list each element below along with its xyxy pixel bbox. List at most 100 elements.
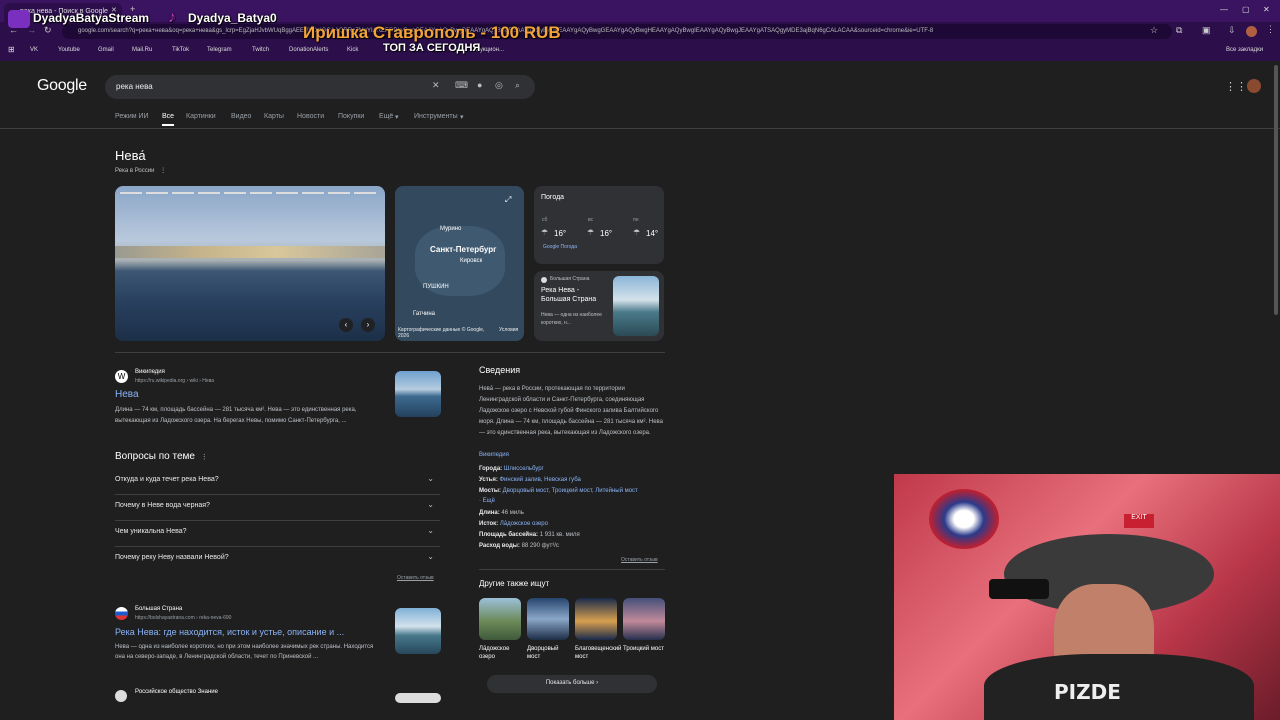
tab-images[interactable]: Картинки	[186, 113, 216, 120]
result-title-link[interactable]: Нева	[115, 389, 139, 400]
tab-ai-mode[interactable]: Режим ИИ	[115, 113, 149, 120]
site-favicon	[541, 277, 547, 283]
lens-icon[interactable]: ◎	[495, 80, 503, 91]
also-search-label[interactable]: Ла́дожское озеро	[479, 645, 525, 661]
bookmark-star-icon[interactable]: ☆	[1150, 25, 1158, 36]
chevron-down-icon: ⌄	[427, 500, 434, 509]
weather-day: сб	[542, 217, 548, 223]
map-place: Кировск	[460, 258, 483, 264]
download-icon[interactable]: ⇩	[1228, 25, 1236, 36]
bookmark-donationalerts[interactable]: DonationAlerts	[289, 47, 328, 53]
bookmarks-bar: ⊞ VK Youtube Gmail Mail.Ru TikTok Telegr…	[0, 42, 1280, 60]
tab-all[interactable]: Все	[162, 113, 174, 120]
expand-icon[interactable]: ⤢	[505, 195, 511, 205]
search-icon[interactable]: ⌕	[515, 80, 520, 91]
bookmark-tiktok[interactable]: TikTok	[172, 47, 189, 53]
chevron-down-icon: ⌄	[427, 526, 434, 535]
result-title-link[interactable]: Река Нева: где находится, исток и устье,…	[115, 627, 344, 637]
apps-grid-icon[interactable]: ⊞	[8, 45, 15, 54]
neva-photo[interactable]: ‹ ›	[115, 186, 385, 341]
also-search-thumb[interactable]	[479, 598, 521, 640]
next-image-icon[interactable]: ›	[361, 318, 375, 332]
also-search-label[interactable]: Троицкий мост	[623, 645, 669, 653]
paa-question[interactable]: Откуда и куда течет река Нева? ⌄	[115, 469, 440, 495]
maximize-icon[interactable]: ▢	[1242, 5, 1250, 14]
bookmark-gmail[interactable]: Gmail	[98, 47, 114, 53]
fact-row: Исток: Ла́дожское озеро	[479, 521, 548, 527]
feedback-link[interactable]: Оставить отзыв	[621, 557, 658, 563]
weather-day: пн	[633, 217, 639, 223]
minimize-icon[interactable]: —	[1220, 5, 1228, 14]
map-card[interactable]: Мурино Санкт-Петербург Кировск ПУШКИН Га…	[395, 186, 524, 341]
bookmark-youtube[interactable]: Youtube	[58, 47, 80, 53]
map-terms[interactable]: Условия	[499, 327, 518, 333]
result-url[interactable]: https://ru.wikipedia.org › wiki › Нева	[135, 378, 214, 384]
address-bar[interactable]: google.com/search?q=река+нева&oq=река+не…	[62, 24, 1172, 39]
show-more-button[interactable]: Показать больше ›	[487, 675, 657, 693]
article-card[interactable]: Большая Страна Река Нева - Большая Стран…	[534, 271, 664, 341]
site-favicon	[115, 607, 128, 620]
tab-tools[interactable]: Инструменты	[414, 113, 458, 120]
close-window-icon[interactable]: ✕	[1263, 5, 1270, 14]
prev-image-icon[interactable]: ‹	[339, 318, 353, 332]
also-search-thumb[interactable]	[527, 598, 569, 640]
tab-shopping[interactable]: Покупки	[338, 113, 364, 120]
reload-icon[interactable]: ↻	[44, 25, 52, 36]
result-url[interactable]: https://bolshayastrana.com › reka-neva-6…	[135, 615, 231, 621]
result-thumbnail[interactable]	[395, 693, 441, 703]
paa-question[interactable]: Почему реку Неву назвали Невой? ⌄	[115, 547, 440, 573]
search-input[interactable]: река нева	[116, 82, 153, 91]
paa-title: Вопросы по теме ⋮	[115, 451, 208, 462]
profile-avatar[interactable]	[1246, 26, 1257, 37]
scrollbar[interactable]	[1274, 65, 1278, 315]
mic-icon[interactable]: ●	[477, 80, 482, 90]
result-thumbnail[interactable]	[395, 371, 441, 417]
feedback-link[interactable]: Оставить отзыв	[397, 575, 434, 581]
paa-question[interactable]: Чем уникальна Нева? ⌄	[115, 521, 440, 547]
sidepanel-icon[interactable]: ▣	[1202, 25, 1211, 36]
weather-card[interactable]: Погода сб вс пн ☂ 16° ☂ 16° ☂ 14° Google…	[534, 186, 664, 264]
search-box[interactable]: река нева ✕ ⌨ ● ◎ ⌕	[105, 75, 535, 99]
tab-maps[interactable]: Карты	[264, 113, 284, 120]
decoration-balloons	[929, 489, 999, 549]
info-title: Сведения	[479, 365, 521, 375]
tiktok-icon: ♪	[168, 9, 176, 26]
keyboard-icon[interactable]: ⌨	[455, 80, 468, 91]
all-bookmarks[interactable]: Все закладки	[1226, 47, 1263, 53]
divider	[115, 352, 665, 353]
tab-news[interactable]: Новости	[297, 113, 324, 120]
entity-title: Нева́	[115, 148, 146, 163]
map-place: ПУШКИН	[423, 284, 449, 290]
rain-cloud-icon: ☂	[541, 228, 549, 237]
google-apps-icon[interactable]: ⋮⋮	[1225, 80, 1247, 93]
tab-more[interactable]: Ещё	[379, 113, 393, 120]
bookmark-mailru[interactable]: Mail.Ru	[132, 47, 152, 53]
bookmark-vk[interactable]: VK	[30, 47, 38, 53]
bookmark-twitch[interactable]: Twitch	[252, 47, 269, 53]
result-thumbnail[interactable]	[395, 608, 441, 654]
also-search-thumb[interactable]	[623, 598, 665, 640]
result-site: Википедия	[135, 369, 165, 375]
paa-question[interactable]: Почему в Неве вода черная? ⌄	[115, 495, 440, 521]
wikipedia-favicon: W	[115, 370, 128, 383]
active-tab-indicator	[162, 124, 174, 126]
extensions-icon[interactable]: ⧉	[1176, 25, 1182, 36]
map-place: Гатчина	[413, 311, 435, 317]
menu-icon[interactable]: ⋮	[1266, 24, 1275, 35]
info-source-link[interactable]: Википедия	[479, 452, 509, 458]
chevron-down-icon: ▾	[395, 114, 399, 121]
google-logo[interactable]: Google	[37, 77, 87, 95]
also-search-thumb[interactable]	[575, 598, 617, 640]
also-search-label[interactable]: Дворцовый мост	[527, 645, 573, 661]
clear-icon[interactable]: ✕	[432, 80, 440, 91]
fact-row: Длина: 46 миль	[479, 510, 524, 516]
bookmark-telegram[interactable]: Telegram	[207, 47, 232, 53]
site-favicon	[115, 690, 127, 702]
bookmark-kick[interactable]: Kick	[347, 47, 358, 53]
also-search-label[interactable]: Благовещенский мост	[575, 645, 621, 661]
weather-source[interactable]: Google Погода	[543, 244, 577, 250]
entity-subtitle: Река в России ⋮	[115, 168, 167, 174]
article-thumbnail	[613, 276, 659, 336]
account-avatar[interactable]	[1247, 79, 1261, 93]
tab-video[interactable]: Видео	[231, 113, 251, 120]
